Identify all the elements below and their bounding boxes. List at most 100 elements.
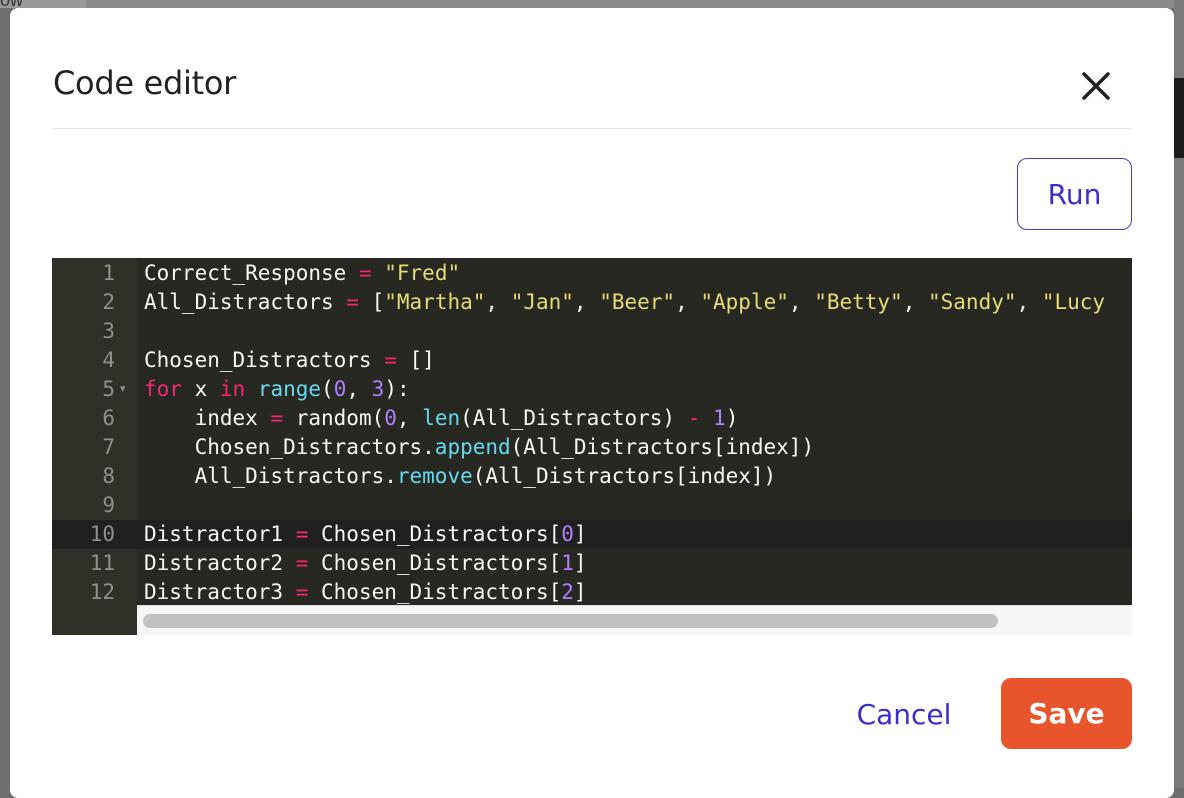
code-token: 2 [561, 580, 574, 604]
code-token: = [295, 522, 309, 546]
code-token: Chosen_Distractors[ [308, 551, 562, 575]
code-line-row[interactable]: 8 All_Distractors.remove(All_Distractors… [52, 462, 1132, 491]
code-token: , [902, 290, 928, 314]
backdrop-fragment: ow [0, 0, 86, 10]
code-text: for x in range(0, 3): [144, 375, 410, 404]
code-token: ( [321, 377, 334, 401]
code-text: Correct_Response = "Fred" [144, 259, 460, 288]
code-token: Distractor3 [144, 580, 296, 604]
code-editor[interactable]: 1 Correct_Response = "Fred" 2 All_Distracto… [52, 258, 1132, 635]
code-token: All_Distractors. [144, 464, 397, 488]
code-token: [ [358, 290, 385, 314]
code-token: len [422, 406, 461, 430]
code-token: , [396, 406, 423, 430]
code-token: Chosen_Distractors. [144, 435, 435, 459]
code-token: append [434, 435, 511, 459]
code-token: All_Distractors [144, 290, 347, 314]
code-token: , [1016, 290, 1042, 314]
code-text: All_Distractors = ["Martha", "Jan", "Bee… [144, 288, 1105, 317]
code-token: ] [573, 551, 587, 575]
backdrop-top [0, 0, 1184, 8]
code-line-row[interactable]: 5 ▾ for x in range(0, 3): [52, 375, 1132, 404]
code-token: in [219, 377, 246, 401]
code-token: , [675, 290, 701, 314]
code-token: ): [384, 377, 410, 401]
line-number: 5 [102, 377, 115, 401]
code-token: 0 [384, 406, 397, 430]
code-token: (All_Distractors) [460, 406, 688, 430]
code-token: "Lucy [1041, 290, 1106, 314]
code-text: Chosen_Distractors = [] [144, 346, 435, 375]
code-token: [] [396, 348, 435, 372]
line-number: 8 [102, 464, 115, 488]
code-token: ) [725, 406, 739, 430]
code-token: ] [573, 522, 587, 546]
run-button[interactable]: Run [1017, 158, 1132, 230]
code-token: x [181, 377, 220, 401]
code-token: "Fred" [384, 261, 461, 285]
modal-title: Code editor [53, 64, 236, 102]
code-token: Distractor2 [144, 551, 296, 575]
fold-arrow-icon[interactable]: ▾ [120, 375, 126, 404]
code-token: 0 [561, 522, 574, 546]
code-line-row[interactable]: 12 Distractor3 = Chosen_Distractors[2] [52, 578, 1132, 607]
code-token: "Beer" [599, 290, 676, 314]
line-number: 10 [89, 522, 115, 546]
code-line-row[interactable]: 10 Distractor1 = Chosen_Distractors[0] [52, 520, 1132, 549]
line-number: 12 [89, 580, 115, 604]
line-number: 9 [102, 493, 115, 517]
horizontal-scrollbar-thumb[interactable] [143, 614, 998, 628]
code-token: random( [283, 406, 385, 430]
line-number: 1 [102, 261, 115, 285]
code-token: 1 [561, 551, 574, 575]
code-token: - [687, 406, 701, 430]
line-number: 4 [102, 348, 115, 372]
line-number: 3 [102, 319, 115, 343]
code-token: , [788, 290, 815, 314]
code-text: Chosen_Distractors.append(All_Distractor… [144, 433, 815, 462]
code-token: = [384, 348, 397, 372]
code-token: (All_Distractors[index]) [472, 464, 777, 488]
code-token: ] [573, 580, 587, 604]
code-token: (All_Distractors[index]) [510, 435, 815, 459]
line-number: 6 [102, 406, 115, 430]
line-number: 2 [102, 290, 115, 314]
code-token: "Sandy" [928, 290, 1017, 314]
close-button[interactable] [1076, 66, 1116, 106]
code-token: range [257, 377, 322, 401]
code-line-row[interactable]: 9 [52, 491, 1132, 520]
code-token: = [295, 580, 309, 604]
code-line-row[interactable]: 11 Distractor2 = Chosen_Distractors[1] [52, 549, 1132, 578]
code-token: "Jan" [510, 290, 574, 314]
code-line-row[interactable]: 3 [52, 317, 1132, 346]
code-token: "Betty" [814, 290, 903, 314]
code-text: Distractor2 = Chosen_Distractors[1] [144, 549, 587, 578]
code-text: All_Distractors.remove(All_Distractors[i… [144, 462, 777, 491]
code-token: 3 [371, 377, 385, 401]
code-token: Chosen_Distractors [144, 348, 385, 372]
code-token: Chosen_Distractors[ [308, 522, 562, 546]
code-token: , [485, 290, 511, 314]
save-button[interactable]: Save [1001, 678, 1132, 749]
close-icon [1082, 72, 1110, 100]
code-token: "Martha" [384, 290, 486, 314]
code-token: remove [396, 464, 473, 488]
code-token: 1 [713, 406, 726, 430]
backdrop-dark-strip [1174, 78, 1184, 158]
code-line-row[interactable]: 7 Chosen_Distractors.append(All_Distract… [52, 433, 1132, 462]
code-text: Distractor3 = Chosen_Distractors[2] [144, 578, 587, 607]
code-editor-modal: Code editor Run 1 Correct_Response = "Fre… [10, 8, 1174, 798]
code-token: , [573, 290, 600, 314]
horizontal-scrollbar[interactable] [137, 605, 1132, 635]
code-token: = [295, 551, 309, 575]
code-line-row[interactable]: 1 Correct_Response = "Fred" [52, 259, 1132, 288]
code-token: = [346, 290, 359, 314]
code-line-row[interactable]: 6 index = random(0, len(All_Distractors)… [52, 404, 1132, 433]
code-token: for [144, 377, 182, 401]
line-number: 11 [89, 551, 115, 575]
code-line-row[interactable]: 4 Chosen_Distractors = [] [52, 346, 1132, 375]
cancel-button[interactable]: Cancel [840, 684, 968, 744]
code-line-row[interactable]: 2 All_Distractors = ["Martha", "Jan", "Be… [52, 288, 1132, 317]
